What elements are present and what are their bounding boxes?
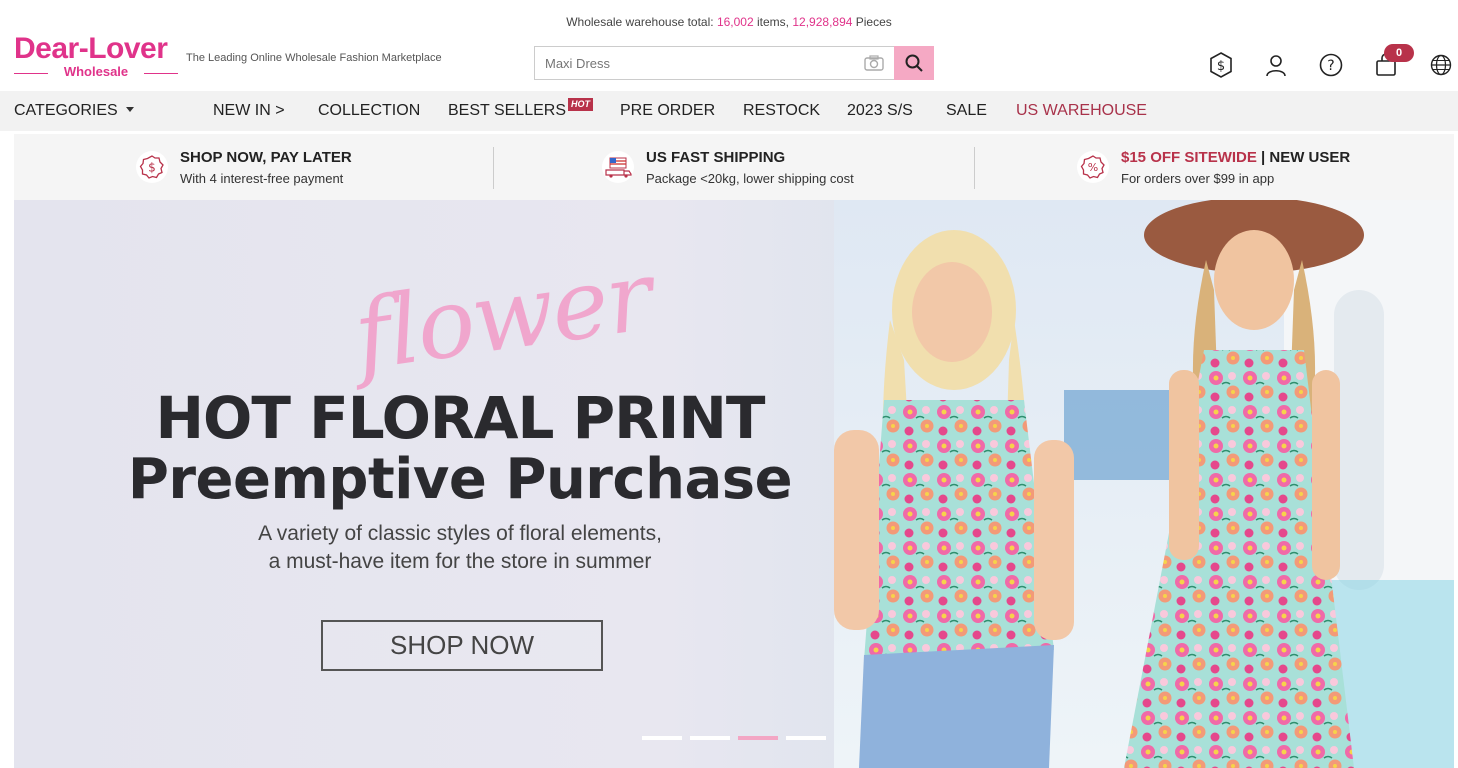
benefit-title: US FAST SHIPPING: [646, 149, 786, 166]
benefit-new-user-discount[interactable]: % $15 OFF SITEWIDE | NEW USER For orders…: [1077, 134, 1407, 200]
search-icon: [905, 54, 923, 72]
search-box: [534, 46, 894, 80]
percent-badge-icon: %: [1077, 151, 1109, 183]
nav-categories-label: CATEGORIES: [14, 102, 118, 119]
nav-us-warehouse[interactable]: US WAREHOUSE: [1016, 91, 1147, 131]
hero-banner[interactable]: flower HOT FLORAL PRINT Preemptive Purch…: [14, 200, 1454, 768]
nav-best-sellers[interactable]: BEST SELLERS HOT: [448, 91, 593, 131]
cart-count-badge: 0: [1384, 44, 1414, 62]
carousel-dot[interactable]: [690, 736, 730, 740]
dollar-badge-icon: $: [136, 151, 168, 183]
benefit-us-shipping[interactable]: US FAST SHIPPING Package <20kg, lower sh…: [602, 134, 932, 200]
nav-2023-ss[interactable]: 2023 S/S: [847, 91, 913, 131]
nav-restock[interactable]: RESTOCK: [743, 91, 820, 131]
benefit-pay-later[interactable]: $ SHOP NOW, PAY LATER With 4 interest-fr…: [136, 134, 466, 200]
divider: [974, 147, 975, 189]
items-label: items,: [757, 15, 790, 29]
benefit-sub: Package <20kg, lower shipping cost: [646, 171, 854, 186]
nav-new-in[interactable]: NEW IN >: [213, 91, 285, 131]
nav-sale[interactable]: SALE: [946, 91, 987, 131]
hot-badge: HOT: [567, 98, 593, 111]
nav-best-sellers-label: BEST SELLERS: [448, 102, 566, 119]
site-tagline: The Leading Online Wholesale Fashion Mar…: [186, 52, 442, 64]
hero-desc-line-1: A variety of classic styles of floral el…: [258, 522, 662, 545]
hero-description: A variety of classic styles of floral el…: [14, 520, 906, 576]
hero-models-image: [834, 200, 1454, 768]
globe-icon[interactable]: [1428, 52, 1454, 78]
pieces-count: 12,928,894: [792, 15, 853, 29]
nav-categories[interactable]: CATEGORIES: [14, 91, 134, 131]
hero-script-word: flower: [347, 239, 658, 393]
logo-sub: Wholesale: [14, 64, 178, 80]
benefits-strip: $ SHOP NOW, PAY LATER With 4 interest-fr…: [14, 134, 1454, 200]
carousel-dot[interactable]: [642, 736, 682, 740]
warehouse-total-bar: Wholesale warehouse total: 16,002 items,…: [0, 0, 1458, 44]
shop-now-button[interactable]: SHOP NOW: [321, 620, 603, 671]
search-button[interactable]: [894, 46, 934, 80]
benefit-sub: For orders over $99 in app: [1121, 171, 1275, 186]
svg-text:$: $: [148, 161, 156, 175]
carousel-dot-active[interactable]: [738, 736, 778, 740]
benefit-title: SHOP NOW, PAY LATER: [180, 149, 352, 166]
caret-down-icon: [125, 107, 134, 112]
benefit-sub: With 4 interest-free payment: [180, 171, 344, 186]
nav-collection[interactable]: COLLECTION: [318, 91, 420, 131]
logo-brand: Dear-Lover: [14, 32, 168, 65]
divider: [493, 147, 494, 189]
hero-subheadline: Preemptive Purchase: [127, 447, 793, 512]
nav-pre-order[interactable]: PRE ORDER: [620, 91, 715, 131]
warehouse-total-label: Wholesale warehouse total:: [566, 15, 714, 29]
main-nav: CATEGORIES NEW IN > COLLECTION BEST SELL…: [0, 91, 1458, 131]
search-input[interactable]: [535, 47, 835, 79]
svg-text:?: ?: [1327, 58, 1334, 74]
hero-headline: HOT FLORAL PRINT: [155, 384, 766, 452]
benefit-title-rest: | NEW USER: [1256, 149, 1351, 166]
pieces-label: Pieces: [855, 15, 892, 29]
site-logo[interactable]: Dear-Lover Wholesale: [14, 32, 184, 82]
us-truck-icon: [602, 151, 634, 183]
user-icon[interactable]: [1263, 52, 1289, 78]
hero-desc-line-2: a must-have item for the store in summer: [268, 550, 652, 573]
currency-icon[interactable]: $: [1208, 52, 1234, 78]
benefit-title-accent: $15 OFF SITEWIDE: [1121, 149, 1257, 166]
carousel-dot[interactable]: [786, 736, 826, 740]
benefit-title: $15 OFF SITEWIDE | NEW USER: [1121, 149, 1350, 166]
svg-text:$: $: [1217, 59, 1225, 74]
items-count: 16,002: [716, 15, 754, 29]
camera-icon[interactable]: [864, 55, 884, 71]
svg-text:%: %: [1088, 161, 1098, 174]
help-icon[interactable]: ?: [1318, 52, 1344, 78]
